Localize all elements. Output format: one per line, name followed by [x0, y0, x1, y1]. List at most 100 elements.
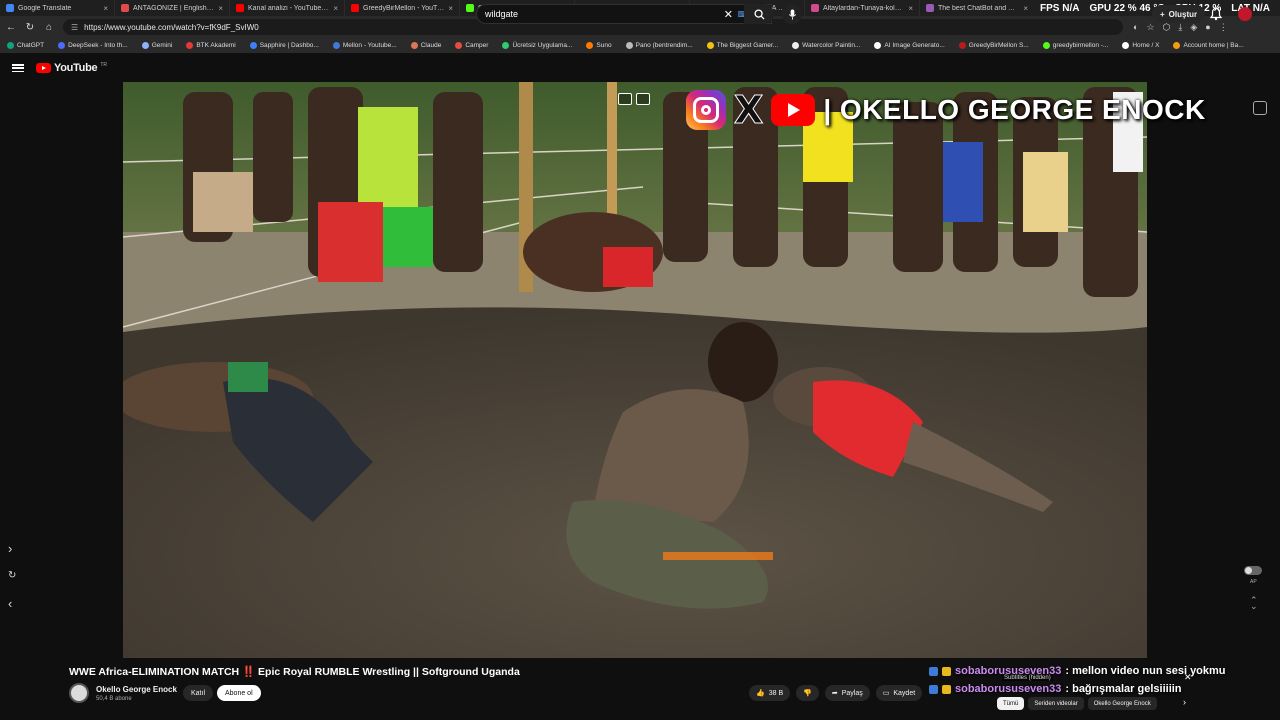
bookmark-item[interactable]: Home / X: [1115, 42, 1166, 49]
microphone-icon: [788, 8, 796, 20]
bookmarks-bar: ChatGPT DeepSeek - Into th... Gemini BTK Ak…: [0, 38, 1280, 54]
site-info-icon[interactable]: ☰: [71, 23, 78, 32]
tab-close-icon[interactable]: ×: [1023, 4, 1028, 13]
thumbs-up-icon: 👍: [756, 690, 765, 697]
bookmark-label: Gemini: [151, 42, 173, 49]
chat-message: sobaborususeven33 : bağrışmalar gelsiiii…: [929, 680, 1219, 698]
autoplay-toggle[interactable]: [1244, 566, 1262, 575]
thumbs-down-icon: 👎: [803, 690, 812, 697]
pip-icon[interactable]: [636, 93, 650, 105]
bookmark-favicon-icon: [1122, 42, 1130, 49]
bookmark-star-icon[interactable]: ☆: [1146, 22, 1154, 33]
bookmark-item[interactable]: The Biggest Gamer...: [700, 42, 785, 49]
download-icon[interactable]: ⤓: [1178, 22, 1182, 33]
notifications-bell-icon[interactable]: [1209, 7, 1223, 21]
bookmark-label: GreedyBirMellon S...: [968, 42, 1029, 49]
refresh-icon[interactable]: ↻: [8, 570, 16, 581]
channel-avatar[interactable]: [69, 683, 89, 703]
chat-text: : bağrışmalar gelsiiiiin: [1065, 683, 1182, 695]
extension-icon[interactable]: ⬡: [1163, 22, 1171, 33]
close-icon[interactable]: ✕: [1184, 672, 1192, 683]
clear-search-icon[interactable]: ✕: [724, 8, 733, 21]
bookmark-favicon-icon: [1042, 42, 1050, 49]
tab-close-icon[interactable]: ×: [218, 4, 223, 13]
search-input[interactable]: wildgate ✕ ⌨ ⇄: [476, 4, 772, 24]
browser-tab[interactable]: Kanal analizi - YouTube Studio ×: [230, 0, 345, 16]
tab-close-icon[interactable]: ×: [908, 4, 913, 13]
video-actions: 👍 38 B 👎 ➦ Paylaş ▭ Kaydet: [749, 685, 923, 701]
side-panel-icon[interactable]: [1253, 101, 1267, 115]
profile-icon[interactable]: ●: [1205, 22, 1210, 33]
tab-close-icon[interactable]: ×: [333, 4, 338, 13]
tab-close-icon[interactable]: ×: [103, 4, 108, 13]
bookmark-item[interactable]: Suno: [579, 42, 618, 49]
bookmark-item[interactable]: Camper: [448, 42, 495, 49]
chevron-left-icon[interactable]: ‹: [8, 596, 12, 611]
bookmark-item[interactable]: GreedyBirMellon S...: [952, 42, 1036, 49]
extensions-row: ◐ ☆ ⬡ ⤓ ◈ ● ⋮: [1133, 22, 1228, 33]
search-button[interactable]: [744, 4, 774, 24]
tab-favicon-icon: [466, 4, 474, 12]
page: Google Translate×ANTAGONIZE | English me…: [0, 0, 1280, 720]
bookmark-item[interactable]: Watercolor Paintin...: [785, 42, 867, 49]
chat-message: sobaborususeven33 : mellon video nun ses…: [929, 662, 1226, 680]
youtube-logo-text: YouTube: [54, 62, 98, 74]
miniplayer-icon[interactable]: [618, 93, 632, 105]
browser-tab[interactable]: ANTAGONIZE | English meaning×: [115, 0, 230, 16]
menu-dots-icon[interactable]: ⋮: [1219, 22, 1228, 33]
bookmark-item[interactable]: Account home | Ba...: [1166, 42, 1250, 49]
bookmark-item[interactable]: Sapphire | Dashbo...: [243, 42, 326, 49]
chip-all[interactable]: Tümü: [997, 697, 1025, 710]
like-count: 38 B: [768, 689, 784, 697]
video-player[interactable]: [123, 82, 1147, 658]
chevron-right-icon[interactable]: ›: [1183, 697, 1186, 707]
bookmark-item[interactable]: Pano (bentrendim...: [619, 42, 700, 49]
video-title: WWE Africa-ELIMINATION MATCH ‼️ Epic Roy…: [69, 666, 520, 678]
menu-icon[interactable]: [12, 62, 24, 74]
subscribe-button[interactable]: Abone ol: [217, 685, 261, 701]
bookmark-item[interactable]: AI Image Generato...: [867, 42, 951, 49]
browser-tab[interactable]: GreedyBirMellon - YouTube ×: [345, 0, 460, 16]
like-button[interactable]: 👍 38 B: [749, 685, 791, 701]
youtube-icon: [771, 94, 816, 126]
bookmark-item[interactable]: Gemini: [135, 42, 180, 49]
chip-series[interactable]: Seriden videolar: [1028, 697, 1084, 710]
bookmark-item[interactable]: DeepSeek - Into th...: [51, 42, 135, 49]
channel-name[interactable]: Okello George Enock: [96, 685, 177, 694]
dislike-button[interactable]: 👎: [796, 685, 819, 701]
create-button[interactable]: + Oluştur: [1152, 5, 1206, 23]
bookmark-item[interactable]: BTK Akademi: [179, 42, 242, 49]
bookmark-favicon-icon: [874, 42, 882, 49]
bookmark-item[interactable]: Claude: [404, 42, 449, 49]
reload-icon[interactable]: ↻: [22, 19, 38, 35]
youtube-logo[interactable]: YouTube TR: [36, 62, 107, 74]
save-button[interactable]: ▭ Kaydet: [875, 685, 923, 701]
back-arrow-icon[interactable]: ←: [3, 19, 19, 35]
tab-favicon-icon: [351, 4, 359, 12]
extension-icon[interactable]: ◈: [1190, 22, 1197, 33]
browser-tab[interactable]: Google Translate ×: [0, 0, 115, 16]
share-button[interactable]: ➦ Paylaş: [824, 685, 870, 701]
browser-tab[interactable]: Altaylardan-Tunaya-kolay-nota-×: [805, 0, 920, 16]
account-avatar[interactable]: [1238, 7, 1252, 21]
bookmark-item[interactable]: Mellon - Youtube...: [326, 42, 404, 49]
voice-search-button[interactable]: [782, 4, 802, 24]
tab-label: GreedyBirMellon - YouTube: [363, 4, 445, 12]
home-icon[interactable]: ⌂: [41, 19, 57, 35]
chevron-right-icon[interactable]: ›: [8, 541, 12, 556]
bookmark-favicon-icon: [586, 42, 594, 49]
bookmark-item[interactable]: greedybirmellon -...: [1036, 42, 1116, 49]
fps-readout: FPS N/A: [1040, 2, 1080, 14]
chip-channel[interactable]: Okello George Enock: [1087, 697, 1157, 710]
bookmark-item[interactable]: Ücretsiz Uygulama...: [495, 42, 579, 49]
bookmark-item[interactable]: ChatGPT: [0, 42, 51, 49]
bookmark-label: Watercolor Paintin...: [802, 42, 861, 49]
expand-collapse-icon[interactable]: ⌃ ⌄: [1250, 596, 1258, 611]
browser-tab[interactable]: The best ChatBot and Widgets×: [920, 0, 1035, 16]
x-logo-icon: X: [733, 88, 764, 132]
join-button[interactable]: Katıl: [183, 685, 214, 701]
bookmark-label: The Biggest Gamer...: [716, 42, 779, 49]
tab-close-icon[interactable]: ×: [448, 4, 453, 13]
extension-icon[interactable]: ◐: [1133, 22, 1138, 33]
bookmark-favicon-icon: [625, 42, 633, 49]
